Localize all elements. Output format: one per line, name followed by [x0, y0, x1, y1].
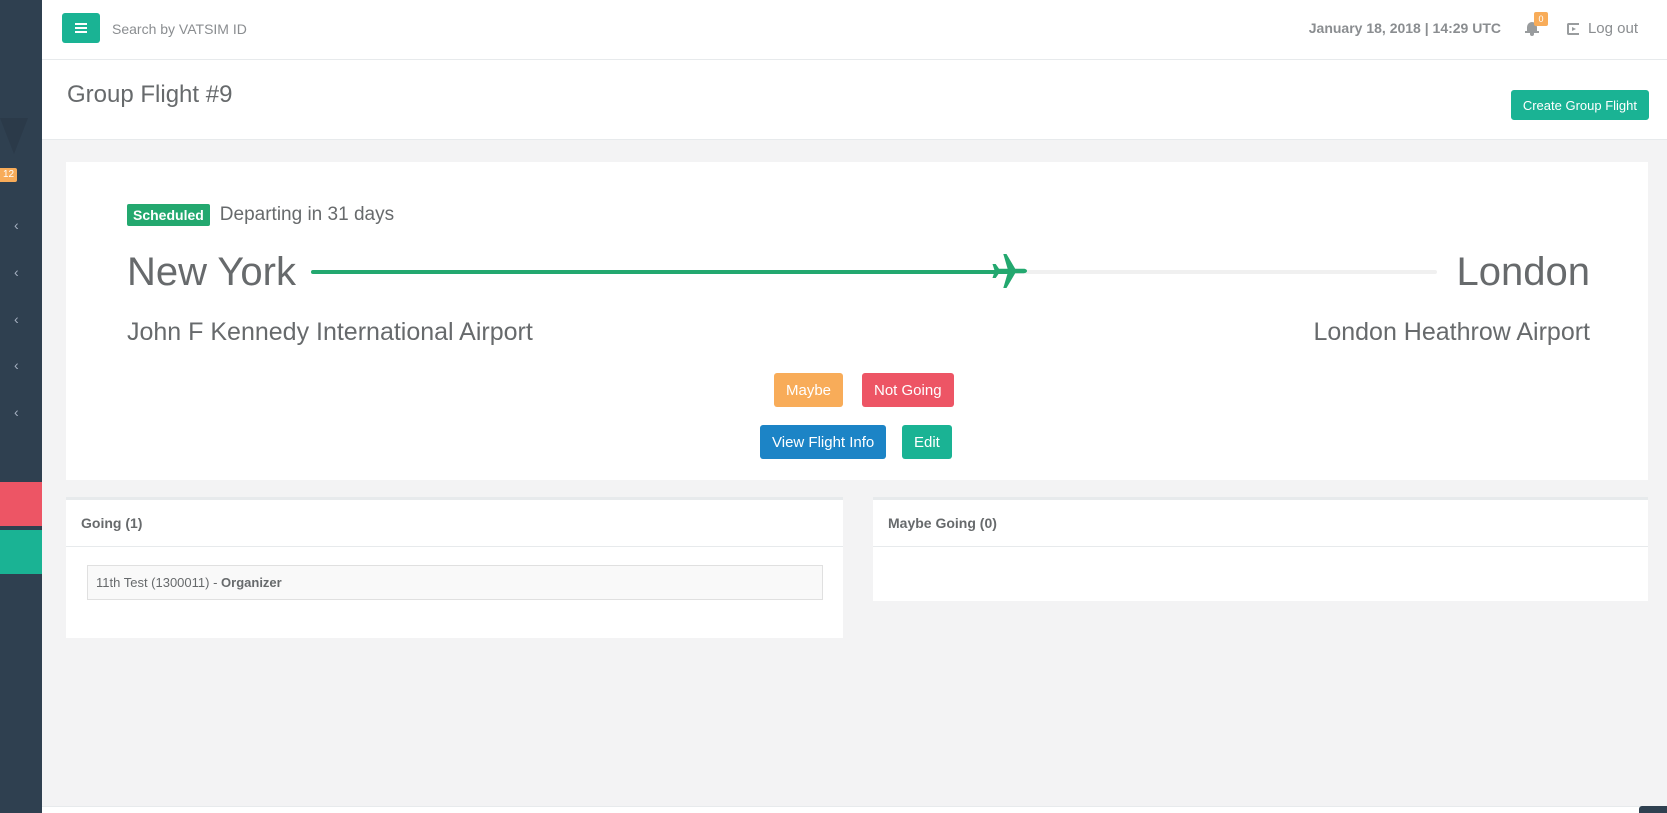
chevron-left-icon[interactable]: ‹ [14, 358, 19, 372]
destination-city: London [1456, 250, 1590, 294]
maybe-going-title: Maybe Going (0) [873, 500, 1648, 547]
chevron-left-icon[interactable]: ‹ [14, 405, 19, 419]
sign-out-icon [1566, 22, 1579, 35]
menu-toggle-button[interactable] [62, 13, 100, 43]
logout-label: Log out [1587, 20, 1638, 37]
list-item: 11th Test (1300011) - Organizer [87, 565, 823, 600]
current-datetime: January 18, 2018 | 14:29 UTC [1308, 20, 1501, 36]
flight-summary-box: Scheduled Departing in 31 days New York … [66, 162, 1648, 480]
flight-status: Scheduled Departing in 31 days [127, 204, 394, 226]
flight-progress-fill [311, 270, 1010, 274]
view-flight-info-button[interactable]: View Flight Info [760, 425, 887, 459]
page-title: Group Flight #9 [67, 81, 233, 108]
scroll-corner [1639, 806, 1667, 813]
logout-link[interactable]: Log out [1566, 20, 1638, 37]
destination-airport: London Heathrow Airport [1313, 318, 1590, 346]
chevron-left-icon[interactable]: ‹ [14, 265, 19, 279]
going-panel: Going (1) 11th Test (1300011) - Organize… [66, 497, 843, 638]
chevron-left-icon[interactable]: ‹ [14, 218, 19, 232]
origin-city: New York [127, 250, 296, 294]
chevron-left-icon[interactable]: ‹ [14, 312, 19, 326]
departure-countdown: Departing in 31 days [219, 204, 395, 225]
sidebar-logo-shadow [0, 118, 28, 154]
hamburger-icon [75, 23, 87, 33]
sidebar: 12 ‹ ‹ ‹ ‹ ‹ [0, 0, 42, 813]
search-input[interactable] [112, 12, 412, 46]
status-badge: Scheduled [127, 204, 210, 226]
create-group-flight-button[interactable]: Create Group Flight [1510, 90, 1649, 120]
attendee-role: Organizer [221, 575, 282, 590]
sidebar-item-active-red[interactable] [0, 482, 42, 526]
attendee-name: 11th Test (1300011) - [96, 575, 222, 590]
origin-airport: John F Kennedy International Airport [127, 318, 533, 346]
airplane-icon [992, 254, 1028, 288]
top-navbar: January 18, 2018 | 14:29 UTC 0 Log out [42, 0, 1667, 60]
sidebar-item-active-green[interactable] [0, 530, 42, 574]
notification-count-badge: 0 [1534, 12, 1548, 26]
maybe-going-panel: Maybe Going (0) [873, 497, 1648, 601]
page-heading: Group Flight #9 Create Group Flight [42, 60, 1667, 140]
footer [42, 806, 1667, 813]
not-going-button[interactable]: Not Going [862, 373, 954, 407]
going-title: Going (1) [66, 500, 843, 547]
flight-progress-track [311, 254, 1437, 288]
maybe-button[interactable]: Maybe [774, 373, 844, 407]
edit-button[interactable]: Edit [902, 425, 952, 459]
sidebar-badge: 12 [0, 168, 18, 182]
